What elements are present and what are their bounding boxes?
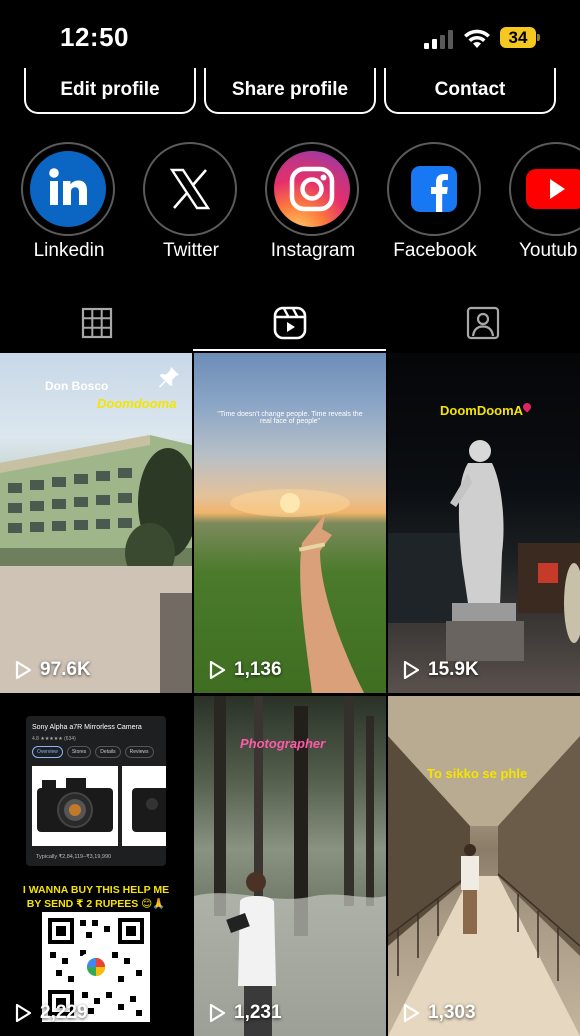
view-count-text: 2,229 <box>40 1002 88 1023</box>
view-count: 1,231 <box>208 1002 282 1024</box>
x-icon <box>152 151 228 227</box>
post-title: Photographer <box>240 736 326 751</box>
play-icon <box>403 660 420 680</box>
highlight-label: Facebook <box>393 240 477 261</box>
post-title: DoomDoomA <box>440 403 524 418</box>
active-tab-indicator <box>193 349 386 351</box>
wifi-icon <box>464 29 490 48</box>
youtube-icon <box>518 151 580 227</box>
highlight-ring <box>509 142 580 236</box>
contact-button[interactable]: Contact <box>384 68 556 114</box>
battery-tip <box>537 34 540 41</box>
linkedin-icon <box>30 151 106 227</box>
chip: Reviews <box>124 746 154 758</box>
highlight-ring <box>387 142 481 236</box>
product-price: Typically ₹2,84,119–₹3,19,990 <box>36 854 112 860</box>
highlight-label: Linkedin <box>33 240 105 261</box>
play-icon <box>15 1003 32 1023</box>
play-icon <box>15 660 32 680</box>
post-title: To sikko se phle <box>427 766 528 781</box>
view-count: 1,136 <box>208 659 282 681</box>
reel-thumbnail[interactable]: Sony Alpha a7R Mirrorless Camera 4.8 ★★★… <box>0 696 192 1036</box>
highlight-label: Instagram <box>270 240 356 261</box>
view-count: 97.6K <box>14 659 91 681</box>
highlight-ring <box>143 142 237 236</box>
play-icon <box>209 660 226 680</box>
product-card: Sony Alpha a7R Mirrorless Camera 4.8 ★★★… <box>26 716 172 866</box>
tab-grid[interactable] <box>0 296 193 350</box>
view-count-text: 97.6K <box>40 659 91 680</box>
status-bar: 12:50 34 <box>0 0 580 70</box>
instagram-icon <box>274 151 350 227</box>
chip: Overview <box>32 746 63 758</box>
play-icon <box>403 1003 420 1023</box>
edit-profile-button[interactable]: Edit profile <box>24 68 196 114</box>
view-count-text: 15.9K <box>428 659 479 680</box>
reels-icon <box>273 306 306 340</box>
battery-indicator: 34 <box>500 27 536 48</box>
highlight-label: Youtub <box>519 240 578 261</box>
highlight-linkedin[interactable]: Linkedin <box>21 142 117 261</box>
highlight-youtube[interactable]: Youtub <box>509 142 580 261</box>
view-count-text: 1,303 <box>428 1002 476 1023</box>
chip: Details <box>95 746 121 758</box>
product-title: Sony Alpha a7R Mirrorless Camera <box>32 724 142 731</box>
view-count-text: 1,136 <box>234 659 282 680</box>
post-quote: "Time doesn't change people. Time reveal… <box>217 411 363 425</box>
reel-thumbnail[interactable]: Photographer 1,231 <box>194 696 386 1036</box>
product-rating: 4.8 ★★★★★ (634) <box>32 736 76 742</box>
view-count: 15.9K <box>402 659 479 681</box>
pin-icon <box>159 367 179 388</box>
status-time: 12:50 <box>60 22 129 52</box>
share-profile-button[interactable]: Share profile <box>204 68 376 114</box>
post-caption: I WANNA BUY THIS HELP ME BY SEND ₹ 2 RUP… <box>22 884 170 910</box>
view-count-text: 1,231 <box>234 1002 282 1023</box>
walkway-image <box>388 696 580 1036</box>
view-count: 1,303 <box>402 1002 476 1024</box>
highlight-ring <box>265 142 359 236</box>
highlight-label: Twitter <box>163 240 219 261</box>
facebook-icon <box>396 151 472 227</box>
highlight-instagram[interactable]: Instagram <box>265 142 361 261</box>
reel-thumbnail[interactable]: "Time doesn't change people. Time reveal… <box>194 353 386 693</box>
reel-thumbnail[interactable]: To sikko se phle 1,303 <box>388 696 580 1036</box>
cellular-signal-icon <box>424 29 454 49</box>
tab-tagged[interactable] <box>386 296 579 350</box>
view-count: 2,229 <box>14 1002 88 1024</box>
play-icon <box>209 1003 226 1023</box>
highlight-twitter[interactable]: Twitter <box>143 142 239 261</box>
post-title: Don Bosco <box>45 379 109 393</box>
reel-thumbnail[interactable]: Don Bosco Doomdooma 97.6K <box>0 353 192 693</box>
chip: Stores <box>66 746 92 758</box>
highlight-ring <box>21 142 115 236</box>
grid-icon <box>81 307 112 339</box>
tagged-icon <box>466 306 499 340</box>
camera-photo <box>32 766 118 846</box>
reel-thumbnail[interactable]: DoomDoomA 15.9K <box>388 353 580 693</box>
camera-photo <box>122 766 172 846</box>
tab-reels[interactable] <box>193 296 386 350</box>
product-tabs: Overview Stores Details Reviews <box>32 746 154 758</box>
sunset-field-image <box>230 489 364 693</box>
highlight-facebook[interactable]: Facebook <box>387 142 483 261</box>
post-subtitle: Doomdooma <box>97 396 177 411</box>
